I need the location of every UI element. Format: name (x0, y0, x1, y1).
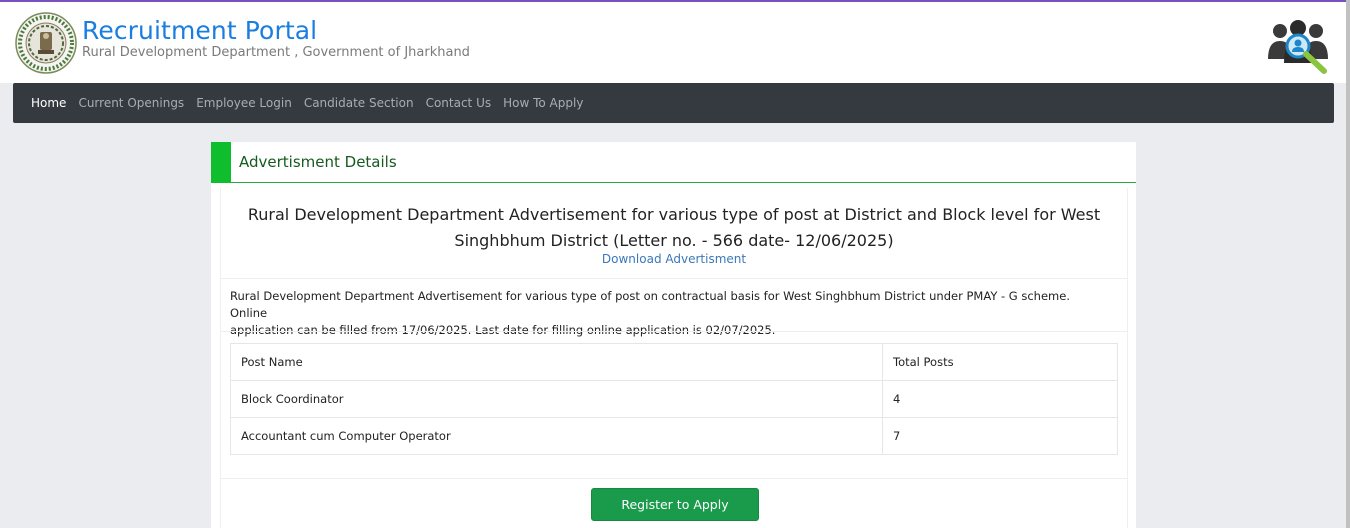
divider (221, 278, 1127, 279)
column-header-post-name: Post Name (230, 343, 883, 381)
nav-contact-us[interactable]: Contact Us (426, 96, 492, 110)
divider (221, 331, 1127, 332)
advertisement-heading-line1: Rural Development Department Advertiseme… (247, 205, 1101, 224)
card-body: Rural Development Department Advertiseme… (220, 188, 1128, 528)
post-name-cell: Accountant cum Computer Operator (230, 417, 883, 455)
card-title: Advertisment Details (239, 153, 397, 171)
site-header: Recruitment Portal Rural Development Dep… (0, 2, 1350, 83)
description-line1: Rural Development Department Advertiseme… (230, 289, 1070, 320)
table-row: Block Coordinator 4 (230, 380, 1118, 418)
table-header-row: Post Name Total Posts (230, 343, 1118, 381)
advertisement-card: Advertisment Details Rural Development D… (211, 142, 1136, 528)
column-header-total-posts: Total Posts (882, 343, 1118, 381)
download-advertisement-link[interactable]: Download Advertisment (221, 252, 1127, 266)
nav-employee-login[interactable]: Employee Login (196, 96, 292, 110)
advertisement-heading-line2: Singhbhum District (Letter no. - 566 dat… (454, 231, 894, 250)
advertisement-heading: Rural Development Department Advertiseme… (221, 202, 1127, 254)
total-posts-cell: 7 (882, 417, 1118, 455)
portal-title[interactable]: Recruitment Portal (82, 16, 317, 45)
nav-candidate-section[interactable]: Candidate Section (304, 96, 414, 110)
card-header: Advertisment Details (211, 142, 1136, 183)
jharkhand-emblem-icon[interactable] (15, 12, 77, 74)
total-posts-cell: 4 (882, 380, 1118, 418)
page-scrollbar[interactable] (1346, 0, 1350, 528)
nav-home[interactable]: Home (31, 96, 66, 110)
portal-subtitle: Rural Development Department , Governmen… (82, 45, 470, 60)
table-row: Accountant cum Computer Operator 7 (230, 417, 1118, 455)
post-name-cell: Block Coordinator (230, 380, 883, 418)
people-search-icon (1266, 19, 1332, 77)
main-navbar: Home Current Openings Employee Login Can… (13, 83, 1334, 123)
register-to-apply-button[interactable]: Register to Apply (591, 488, 759, 521)
divider (221, 478, 1127, 479)
posts-table: Post Name Total Posts Block Coordinator … (230, 343, 1118, 455)
nav-current-openings[interactable]: Current Openings (78, 96, 184, 110)
nav-how-to-apply[interactable]: How To Apply (503, 96, 583, 110)
card-header-accent (211, 142, 231, 183)
